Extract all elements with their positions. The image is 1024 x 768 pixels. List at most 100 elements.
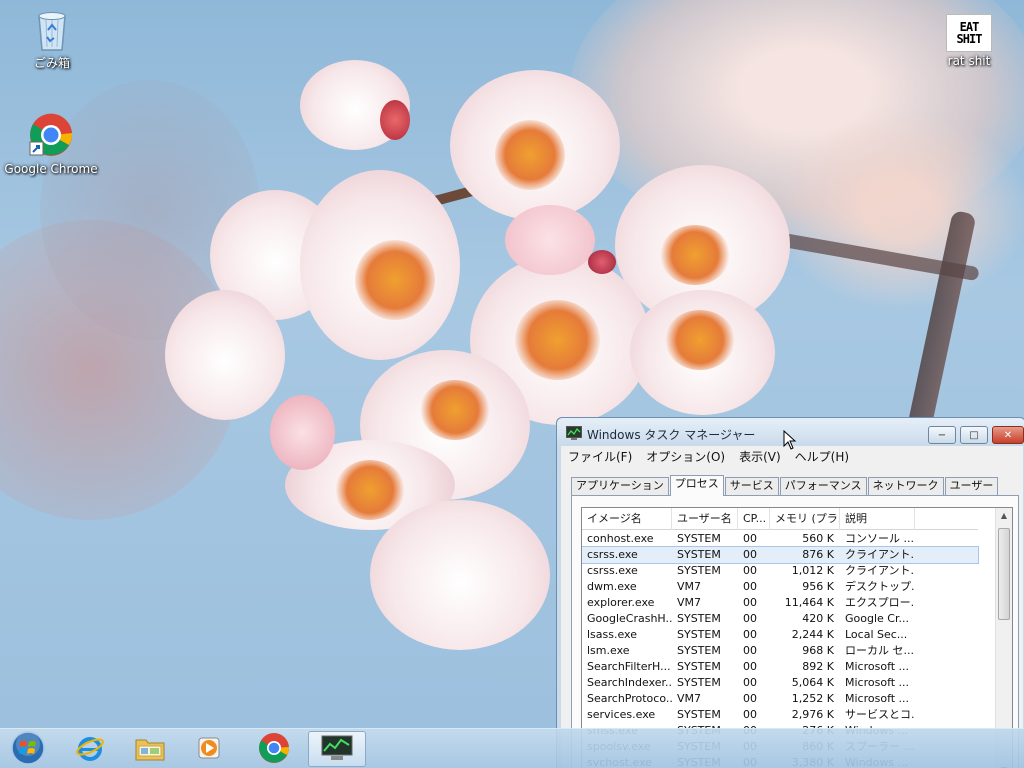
process-cpu: 00 — [743, 676, 757, 689]
tab-performance[interactable]: パフォーマンス — [779, 477, 867, 495]
process-cpu: 00 — [743, 580, 757, 593]
process-user: VM7 — [677, 692, 702, 705]
close-button[interactable]: ✕ — [992, 426, 1024, 444]
process-memory: 892 K — [802, 660, 834, 673]
mouse-cursor-icon — [783, 429, 797, 450]
process-description: Microsoft ... — [845, 676, 910, 689]
process-memory: 968 K — [802, 644, 834, 657]
table-row[interactable]: explorer.exe VM7 00 11,464 K エクスプロー... — [582, 595, 978, 611]
process-memory: 2,244 K — [791, 628, 834, 641]
process-name: csrss.exe — [587, 564, 638, 577]
process-user: SYSTEM — [677, 708, 721, 721]
process-description: デスクトップ... — [845, 580, 915, 593]
process-memory: 956 K — [802, 580, 834, 593]
process-cpu: 00 — [743, 708, 757, 721]
desktop-icon-label: Google Chrome — [4, 162, 98, 176]
process-user: VM7 — [677, 596, 702, 609]
table-row[interactable]: dwm.exe VM7 00 956 K デスクトップ... — [582, 579, 978, 595]
taskbar-explorer[interactable] — [122, 731, 178, 767]
media-player-icon — [195, 733, 225, 766]
process-name: lsm.exe — [587, 644, 630, 657]
process-user: SYSTEM — [677, 644, 721, 657]
process-user: SYSTEM — [677, 548, 721, 561]
table-row[interactable]: services.exe SYSTEM 00 2,976 K サービスとコ... — [582, 707, 978, 723]
process-description: ローカル セ... — [845, 644, 914, 657]
column-header-memory[interactable]: メモリ (プラ... — [770, 508, 840, 530]
table-row[interactable]: GoogleCrashH... SYSTEM 00 420 K Google Cr... — [582, 611, 978, 627]
tab-applications[interactable]: アプリケーション — [571, 477, 669, 495]
process-description: Microsoft ... — [845, 660, 910, 673]
table-row[interactable]: conhost.exe SYSTEM 00 560 K コンソール ... — [582, 531, 978, 547]
desktop-icon-rat-shit[interactable]: EAT SHIT rat shit — [919, 14, 1019, 68]
column-header-cpu[interactable]: CP... — [738, 508, 770, 530]
process-memory: 1,012 K — [791, 564, 834, 577]
table-row[interactable]: SearchProtoco... VM7 00 1,252 K Microsoft ..… — [582, 691, 978, 707]
table-row[interactable]: csrss.exe SYSTEM 00 1,012 K クライアント... — [582, 563, 978, 579]
tab-processes[interactable]: プロセス — [669, 475, 724, 496]
taskbar-internet-explorer[interactable] — [62, 731, 118, 767]
recycle-bin-icon — [34, 8, 70, 52]
task-manager-icon — [321, 735, 353, 764]
eat-shit-image-icon: EAT SHIT — [946, 14, 992, 52]
process-name: explorer.exe — [587, 596, 655, 609]
process-memory: 5,064 K — [791, 676, 834, 689]
task-manager-icon — [566, 426, 582, 440]
process-name: lsass.exe — [587, 628, 637, 641]
tab-networking[interactable]: ネットワーク — [867, 477, 944, 495]
process-user: SYSTEM — [677, 628, 721, 641]
menu-file[interactable]: ファイル(F) — [561, 448, 639, 465]
scroll-thumb[interactable] — [998, 528, 1010, 620]
task-manager-window[interactable]: Windows タスク マネージャー − □ ✕ ファイル(F) オプション(O… — [556, 417, 1024, 768]
menu-view[interactable]: 表示(V) — [732, 448, 788, 465]
taskbar-task-manager[interactable] — [308, 731, 366, 767]
process-cpu: 00 — [743, 644, 757, 657]
windows-start-orb-icon — [10, 730, 46, 768]
desktop-icon-recycle-bin[interactable]: ごみ箱 — [2, 8, 102, 71]
process-name: GoogleCrashH... — [587, 612, 672, 625]
scroll-up-arrow-icon[interactable]: ▲ — [996, 508, 1012, 524]
tab-users[interactable]: ユーザー — [944, 477, 999, 495]
process-name: csrss.exe — [587, 548, 638, 561]
process-memory: 560 K — [802, 532, 834, 545]
process-user: SYSTEM — [677, 676, 721, 689]
maximize-button[interactable]: □ — [960, 426, 988, 444]
process-user: SYSTEM — [677, 660, 721, 673]
process-cpu: 00 — [743, 692, 757, 705]
process-description: Google Cr... — [845, 612, 909, 625]
table-row[interactable]: SearchFilterH... SYSTEM 00 892 K Microsoft .… — [582, 659, 978, 675]
process-memory: 2,976 K — [791, 708, 834, 721]
menu-options[interactable]: オプション(O) — [639, 448, 732, 465]
taskbar-chrome[interactable] — [246, 731, 302, 767]
column-header-image-name[interactable]: イメージ名 — [582, 508, 672, 530]
process-list-header: イメージ名 ユーザー名 CP... メモリ (プラ... 説明 — [582, 508, 978, 530]
process-name: conhost.exe — [587, 532, 654, 545]
process-description: Microsoft ... — [845, 692, 910, 705]
table-row[interactable]: lsm.exe SYSTEM 00 968 K ローカル セ... — [582, 643, 978, 659]
icon-image-text: EAT SHIT — [956, 20, 983, 46]
process-description: Local Sec... — [845, 628, 908, 641]
table-row[interactable]: lsass.exe SYSTEM 00 2,244 K Local Sec... — [582, 627, 978, 643]
taskbar — [0, 728, 1024, 768]
process-cpu: 00 — [743, 532, 757, 545]
tab-services[interactable]: サービス — [724, 477, 779, 495]
column-header-user-name[interactable]: ユーザー名 — [672, 508, 738, 530]
process-cpu: 00 — [743, 548, 757, 561]
column-header-description[interactable]: 説明 — [840, 508, 915, 530]
minimize-button[interactable]: − — [928, 426, 956, 444]
process-cpu: 00 — [743, 660, 757, 673]
process-cpu: 00 — [743, 596, 757, 609]
taskbar-media-player[interactable] — [182, 731, 238, 767]
window-title: Windows タスク マネージャー — [587, 428, 756, 442]
tab-strip: アプリケーション プロセス サービス パフォーマンス ネットワーク ユーザー — [571, 475, 999, 496]
process-cpu: 00 — [743, 612, 757, 625]
process-memory: 420 K — [802, 612, 834, 625]
process-user: SYSTEM — [677, 532, 721, 545]
start-button[interactable] — [0, 730, 56, 768]
desktop-icon-google-chrome[interactable]: Google Chrome — [1, 112, 101, 176]
process-description: クライアント... — [845, 564, 915, 577]
table-row[interactable]: csrss.exe SYSTEM 00 876 K クライアント... — [582, 546, 979, 564]
process-user: VM7 — [677, 580, 702, 593]
menu-help[interactable]: ヘルプ(H) — [788, 448, 856, 465]
table-row[interactable]: SearchIndexer... SYSTEM 00 5,064 K Microsoft… — [582, 675, 978, 691]
process-name: SearchIndexer... — [587, 676, 672, 689]
